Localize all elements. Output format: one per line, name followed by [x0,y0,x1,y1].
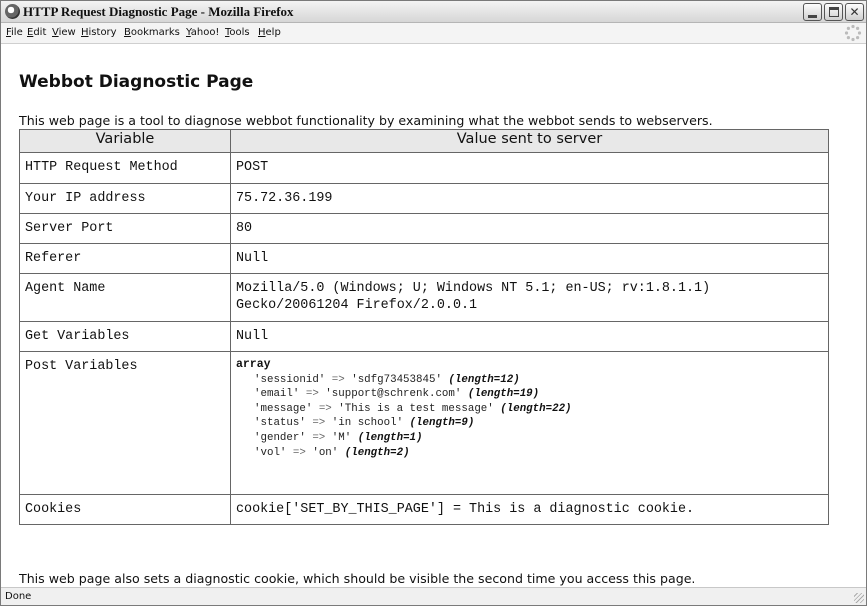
value-cell: 80 [230,213,829,244]
table-row: Agent Name Mozilla/5.0 (Windows; U; Wind… [19,273,829,322]
array-entry: 'message' => 'This is a test message' (l… [254,402,572,415]
table-row: Get Variables Null [19,321,829,352]
page-title: Webbot Diagnostic Page [19,72,254,92]
resize-grip-icon[interactable] [854,593,864,603]
table-row: Post Variables array 'sessionid' => 'sdf… [19,351,829,495]
value-cell: cookie['SET_BY_THIS_PAGE'] = This is a d… [230,494,829,525]
menu-tools[interactable]: Tools [225,27,250,38]
variable-cell: Agent Name [19,273,231,322]
outro-text: This web page also sets a diagnostic coo… [19,571,696,586]
menu-bookmarks[interactable]: Bookmarks [124,27,180,38]
array-entry: 'gender' => 'M' (length=1) [254,431,423,444]
post-variables-dump: array 'sessionid' => 'sdfg73453845' (len… [236,358,823,460]
menu-file[interactable]: File [6,27,23,38]
status-bar: Done [1,587,866,605]
array-entry: 'email' => 'support@schrenk.com' (length… [254,388,540,401]
menu-history[interactable]: History [81,27,117,38]
agent-line: Gecko/20061204 Firefox/2.0.0.1 [236,298,478,313]
value-cell: Mozilla/5.0 (Windows; U; Windows NT 5.1;… [230,273,829,322]
value-cell: array 'sessionid' => 'sdfg73453845' (len… [230,351,829,495]
table-row: HTTP Request Method POST [19,152,829,184]
variable-cell: HTTP Request Method [19,152,231,184]
column-header-value: Value sent to server [230,129,829,153]
maximize-button[interactable] [824,3,843,21]
menu-yahoo[interactable]: Yahoo! [186,27,219,38]
status-text: Done [5,591,32,602]
value-cell: Null [230,321,829,352]
array-entry: 'vol' => 'on' (length=2) [254,446,410,459]
variable-cell: Your IP address [19,183,231,214]
close-button[interactable]: ✕ [845,3,864,21]
array-label: array [236,358,271,371]
value-cell: 75.72.36.199 [230,183,829,214]
title-bar[interactable]: HTTP Request Diagnostic Page - Mozilla F… [1,1,866,23]
table-row: Server Port 80 [19,213,829,244]
intro-text: This web page is a tool to diagnose webb… [19,113,713,128]
browser-window: HTTP Request Diagnostic Page - Mozilla F… [0,0,867,606]
variable-cell: Post Variables [19,351,231,495]
minimize-button[interactable] [803,3,822,21]
diagnostic-table: Variable Value sent to server HTTP Reque… [19,129,829,525]
variable-cell: Server Port [19,213,231,244]
throbber-icon [844,24,862,42]
minimize-icon [808,15,817,18]
menu-edit[interactable]: Edit [27,27,46,38]
page-content: Webbot Diagnostic Page This web page is … [2,44,865,587]
column-header-variable: Variable [19,129,231,153]
value-cell: Null [230,243,829,274]
variable-cell: Referer [19,243,231,274]
maximize-icon [829,7,839,17]
agent-line: Mozilla/5.0 (Windows; U; Windows NT 5.1;… [236,281,711,296]
variable-cell: Cookies [19,494,231,525]
array-entry: 'sessionid' => 'sdfg73453845' (length=12… [254,373,520,386]
table-row: Referer Null [19,243,829,274]
firefox-icon [5,4,20,19]
value-cell: POST [230,152,829,184]
window-title: HTTP Request Diagnostic Page - Mozilla F… [23,4,294,19]
variable-cell: Get Variables [19,321,231,352]
menu-bar: File Edit View History Bookmarks Yahoo! … [1,23,866,44]
table-row: Your IP address 75.72.36.199 [19,183,829,214]
menu-help[interactable]: Help [258,27,281,38]
table-row: Cookies cookie['SET_BY_THIS_PAGE'] = Thi… [19,494,829,525]
table-header-row: Variable Value sent to server [19,129,829,153]
array-entry: 'status' => 'in school' (length=9) [254,417,475,430]
menu-view[interactable]: View [52,27,76,38]
close-icon: ✕ [849,5,860,19]
